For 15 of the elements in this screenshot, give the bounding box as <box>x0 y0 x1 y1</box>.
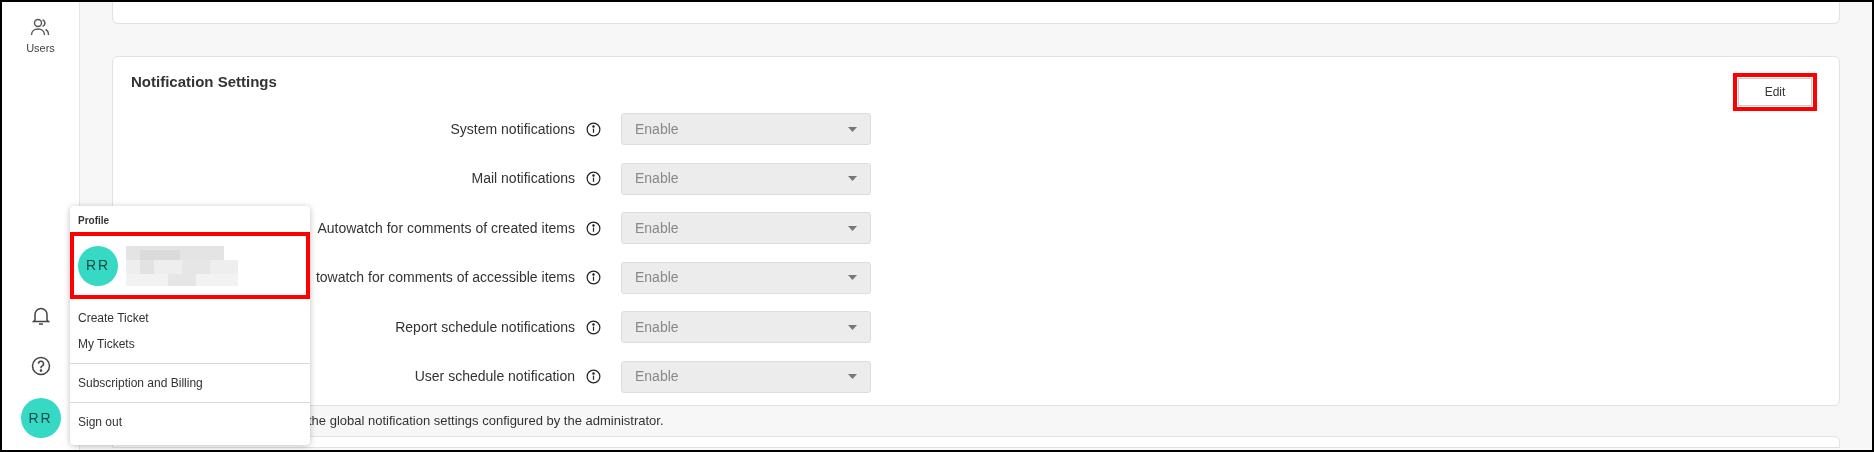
menu-item[interactable]: My Tickets <box>70 331 310 357</box>
setting-label: towatch for comments of accessible items <box>315 268 575 287</box>
menu-item[interactable]: Sign out <box>70 409 310 435</box>
setting-label: User schedule notification <box>414 367 575 386</box>
avatar: RR <box>78 245 118 286</box>
setting-label: System notifications <box>450 119 575 139</box>
menu-item[interactable]: Subscription and Billing <box>70 370 310 396</box>
menu-heading: Profile <box>77 214 111 228</box>
section-title: Notification Settings <box>131 72 277 92</box>
setting-label: Report schedule notifications <box>395 317 575 337</box>
setting-label: Mail notifications <box>471 169 575 188</box>
menu-item[interactable]: Create Ticket <box>70 305 310 331</box>
nav-label[interactable]: Users <box>26 40 55 57</box>
setting-label: Autowatch for comments of created items <box>317 218 575 238</box>
avatar[interactable]: RR <box>20 398 61 438</box>
